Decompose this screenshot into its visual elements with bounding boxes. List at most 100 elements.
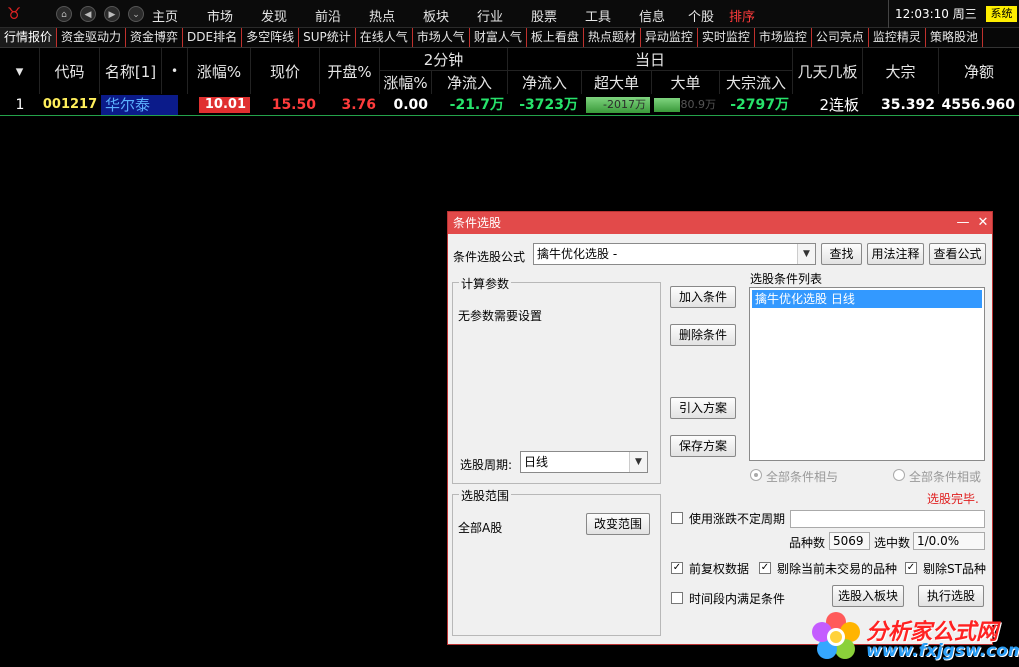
tab-market-popularity[interactable]: 市场人气 bbox=[413, 28, 470, 47]
forward-adjusted-label: 前复权数据 bbox=[689, 562, 750, 576]
range-value: 全部A股 bbox=[458, 521, 503, 535]
column-open-pct-header[interactable]: 开盘% bbox=[320, 48, 380, 94]
two-minute-netflow-cell: -21.7万 bbox=[449, 97, 504, 113]
menu-home[interactable]: 主页 bbox=[152, 6, 178, 25]
column-name-header[interactable]: 名称[1] bbox=[100, 48, 162, 94]
delete-condition-button[interactable]: 删除条件 bbox=[670, 324, 736, 346]
flower-logo-icon bbox=[812, 612, 860, 659]
menu-individual[interactable]: 个股 bbox=[688, 6, 714, 25]
column-super-large-order-header[interactable]: 超大单 bbox=[582, 71, 652, 94]
dropdown-nav-icon[interactable]: ⌄ bbox=[128, 6, 144, 22]
column-two-minute-change-header[interactable]: 涨幅% bbox=[380, 71, 432, 94]
home-nav-icon[interactable]: ⌂ bbox=[56, 6, 72, 22]
today-netflow-cell: -3723万 bbox=[519, 97, 578, 113]
site-watermark: 分析家公式网 www.fxjgsw.com bbox=[808, 608, 1019, 667]
tab-quote[interactable]: 行情报价 bbox=[0, 28, 58, 47]
find-button[interactable]: 查找 bbox=[821, 243, 862, 265]
menu-industry[interactable]: 行业 bbox=[477, 6, 503, 25]
large-order-bar bbox=[654, 98, 680, 112]
save-plan-button[interactable]: 保存方案 bbox=[670, 435, 736, 457]
stock-name[interactable]: 华尔泰 bbox=[101, 95, 178, 115]
status-text: 选股完毕. bbox=[927, 492, 979, 506]
uncertain-period-label: 使用涨跌不定周期 bbox=[689, 512, 786, 526]
formula-select[interactable]: 擒牛优化选股 - ▼ bbox=[533, 243, 816, 265]
period-select[interactable]: 日线 ▼ bbox=[520, 451, 648, 473]
tab-hot-topics[interactable]: 热点题材 bbox=[584, 28, 641, 47]
column-large-order-header[interactable]: 大单 bbox=[652, 71, 720, 94]
column-board-days-header[interactable]: 几天几板 bbox=[793, 48, 863, 94]
tab-wealth-popularity[interactable]: 财富人气 bbox=[470, 28, 527, 47]
tab-board-watch[interactable]: 板上看盘 bbox=[527, 28, 584, 47]
view-formula-button[interactable]: 查看公式 bbox=[929, 243, 986, 265]
column-bulk-inflow-header[interactable]: 大宗流入 bbox=[720, 71, 793, 94]
exclude-st-checkbox[interactable]: ✓ bbox=[905, 562, 917, 574]
count-value: 5069 bbox=[829, 532, 870, 550]
menu-sort[interactable]: 排序 bbox=[729, 6, 755, 25]
tab-online-popularity[interactable]: 在线人气 bbox=[356, 28, 413, 47]
group-two-minute-header: 2分钟 bbox=[380, 48, 508, 70]
tab-fund-game[interactable]: 资金博弈 bbox=[126, 28, 184, 47]
list-item[interactable]: 擒牛优化选股 日线 bbox=[752, 290, 982, 308]
stock-code[interactable]: 001217 bbox=[40, 95, 100, 115]
time-range-checkbox[interactable] bbox=[671, 592, 683, 604]
chevron-down-icon[interactable]: ▼ bbox=[797, 244, 815, 264]
column-net-amount-header[interactable]: 净额 bbox=[939, 48, 1019, 94]
column-bulk-header[interactable]: 大宗 bbox=[863, 48, 939, 94]
system-button[interactable]: 系统 bbox=[986, 6, 1017, 22]
tab-dde-rank[interactable]: DDE排名 bbox=[183, 28, 243, 47]
menu-hotspot[interactable]: 热点 bbox=[369, 6, 395, 25]
radio-all-and-label: 全部条件相与 bbox=[766, 470, 839, 484]
menu-market[interactable]: 市场 bbox=[207, 6, 233, 25]
menu-info[interactable]: 信息 bbox=[639, 6, 665, 25]
condition-list[interactable]: 擒牛优化选股 日线 bbox=[749, 287, 985, 461]
execute-selection-button[interactable]: 执行选股 bbox=[918, 585, 984, 607]
tab-fund-drive[interactable]: 资金驱动力 bbox=[57, 28, 127, 47]
quote-table-header: ▾ 代码 名称[1] • 涨幅% 现价 开盘% 2分钟 涨幅% 净流入 当日 净… bbox=[0, 48, 1019, 94]
forward-adjusted-checkbox[interactable]: ✓ bbox=[671, 562, 683, 574]
column-change-pct-header[interactable]: 涨幅% bbox=[188, 48, 251, 94]
uncertain-period-field[interactable] bbox=[790, 510, 985, 528]
clock: 12:03:10 周三 bbox=[888, 0, 977, 28]
column-two-minute-netflow-header[interactable]: 净流入 bbox=[432, 71, 508, 94]
tab-strategy-pool[interactable]: 策略股池 bbox=[926, 28, 983, 47]
dialog-title[interactable]: 条件选股 bbox=[448, 212, 992, 234]
column-code-header[interactable]: 代码 bbox=[40, 48, 100, 94]
menu-tools[interactable]: 工具 bbox=[585, 6, 611, 25]
formula-label: 条件选股公式 bbox=[453, 250, 526, 264]
forward-arrow-icon[interactable]: ▶ bbox=[104, 6, 120, 22]
add-to-block-button[interactable]: 选股入板块 bbox=[832, 585, 904, 607]
tab-bull-bear[interactable]: 多空阵线 bbox=[242, 28, 300, 47]
tab-realtime-monitor[interactable]: 实时监控 bbox=[698, 28, 755, 47]
column-dot-header[interactable]: • bbox=[162, 48, 188, 94]
tab-sup-stats[interactable]: SUP统计 bbox=[299, 28, 356, 47]
condition-list-label: 选股条件列表 bbox=[750, 272, 823, 286]
radio-all-or[interactable] bbox=[893, 469, 905, 481]
radio-all-and[interactable] bbox=[750, 469, 762, 481]
menu-sector[interactable]: 板块 bbox=[423, 6, 449, 25]
tab-anomaly-monitor[interactable]: 异动监控 bbox=[641, 28, 698, 47]
menu-bar: ♉ ⌂ ◀ ▶ ⌄ 主页 市场 发现 前沿 热点 板块 行业 股票 工具 信息 … bbox=[0, 0, 1019, 28]
menu-discover[interactable]: 发现 bbox=[261, 6, 287, 25]
tab-company-highlights[interactable]: 公司亮点 bbox=[812, 28, 869, 47]
back-arrow-icon[interactable]: ◀ bbox=[80, 6, 96, 22]
column-index-header: ▾ bbox=[0, 48, 40, 94]
group-today-header: 当日 bbox=[508, 48, 793, 70]
exclude-untraded-checkbox[interactable]: ✓ bbox=[759, 562, 771, 574]
chevron-down-icon[interactable]: ▼ bbox=[629, 452, 647, 472]
minimize-icon[interactable]: — bbox=[954, 212, 972, 234]
column-price-header[interactable]: 现价 bbox=[251, 48, 320, 94]
open-pct-cell: 3.76 bbox=[341, 97, 376, 113]
column-today-netflow-header[interactable]: 净流入 bbox=[508, 71, 582, 94]
close-icon[interactable]: ✕ bbox=[974, 212, 992, 234]
change-range-button[interactable]: 改变范围 bbox=[586, 513, 650, 535]
tab-market-monitor[interactable]: 市场监控 bbox=[755, 28, 812, 47]
add-condition-button[interactable]: 加入条件 bbox=[670, 286, 736, 308]
menu-stock[interactable]: 股票 bbox=[531, 6, 557, 25]
import-plan-button[interactable]: 引入方案 bbox=[670, 397, 736, 419]
params-text: 无参数需要设置 bbox=[458, 309, 543, 323]
tab-monitor-wizard[interactable]: 监控精灵 bbox=[869, 28, 926, 47]
table-row[interactable]: 1 001217 华尔泰 10.01 15.50 3.76 0.00 -21.7… bbox=[0, 95, 1019, 116]
menu-frontier[interactable]: 前沿 bbox=[315, 6, 341, 25]
usage-notes-button[interactable]: 用法注释 bbox=[867, 243, 924, 265]
uncertain-period-checkbox[interactable] bbox=[671, 512, 683, 524]
